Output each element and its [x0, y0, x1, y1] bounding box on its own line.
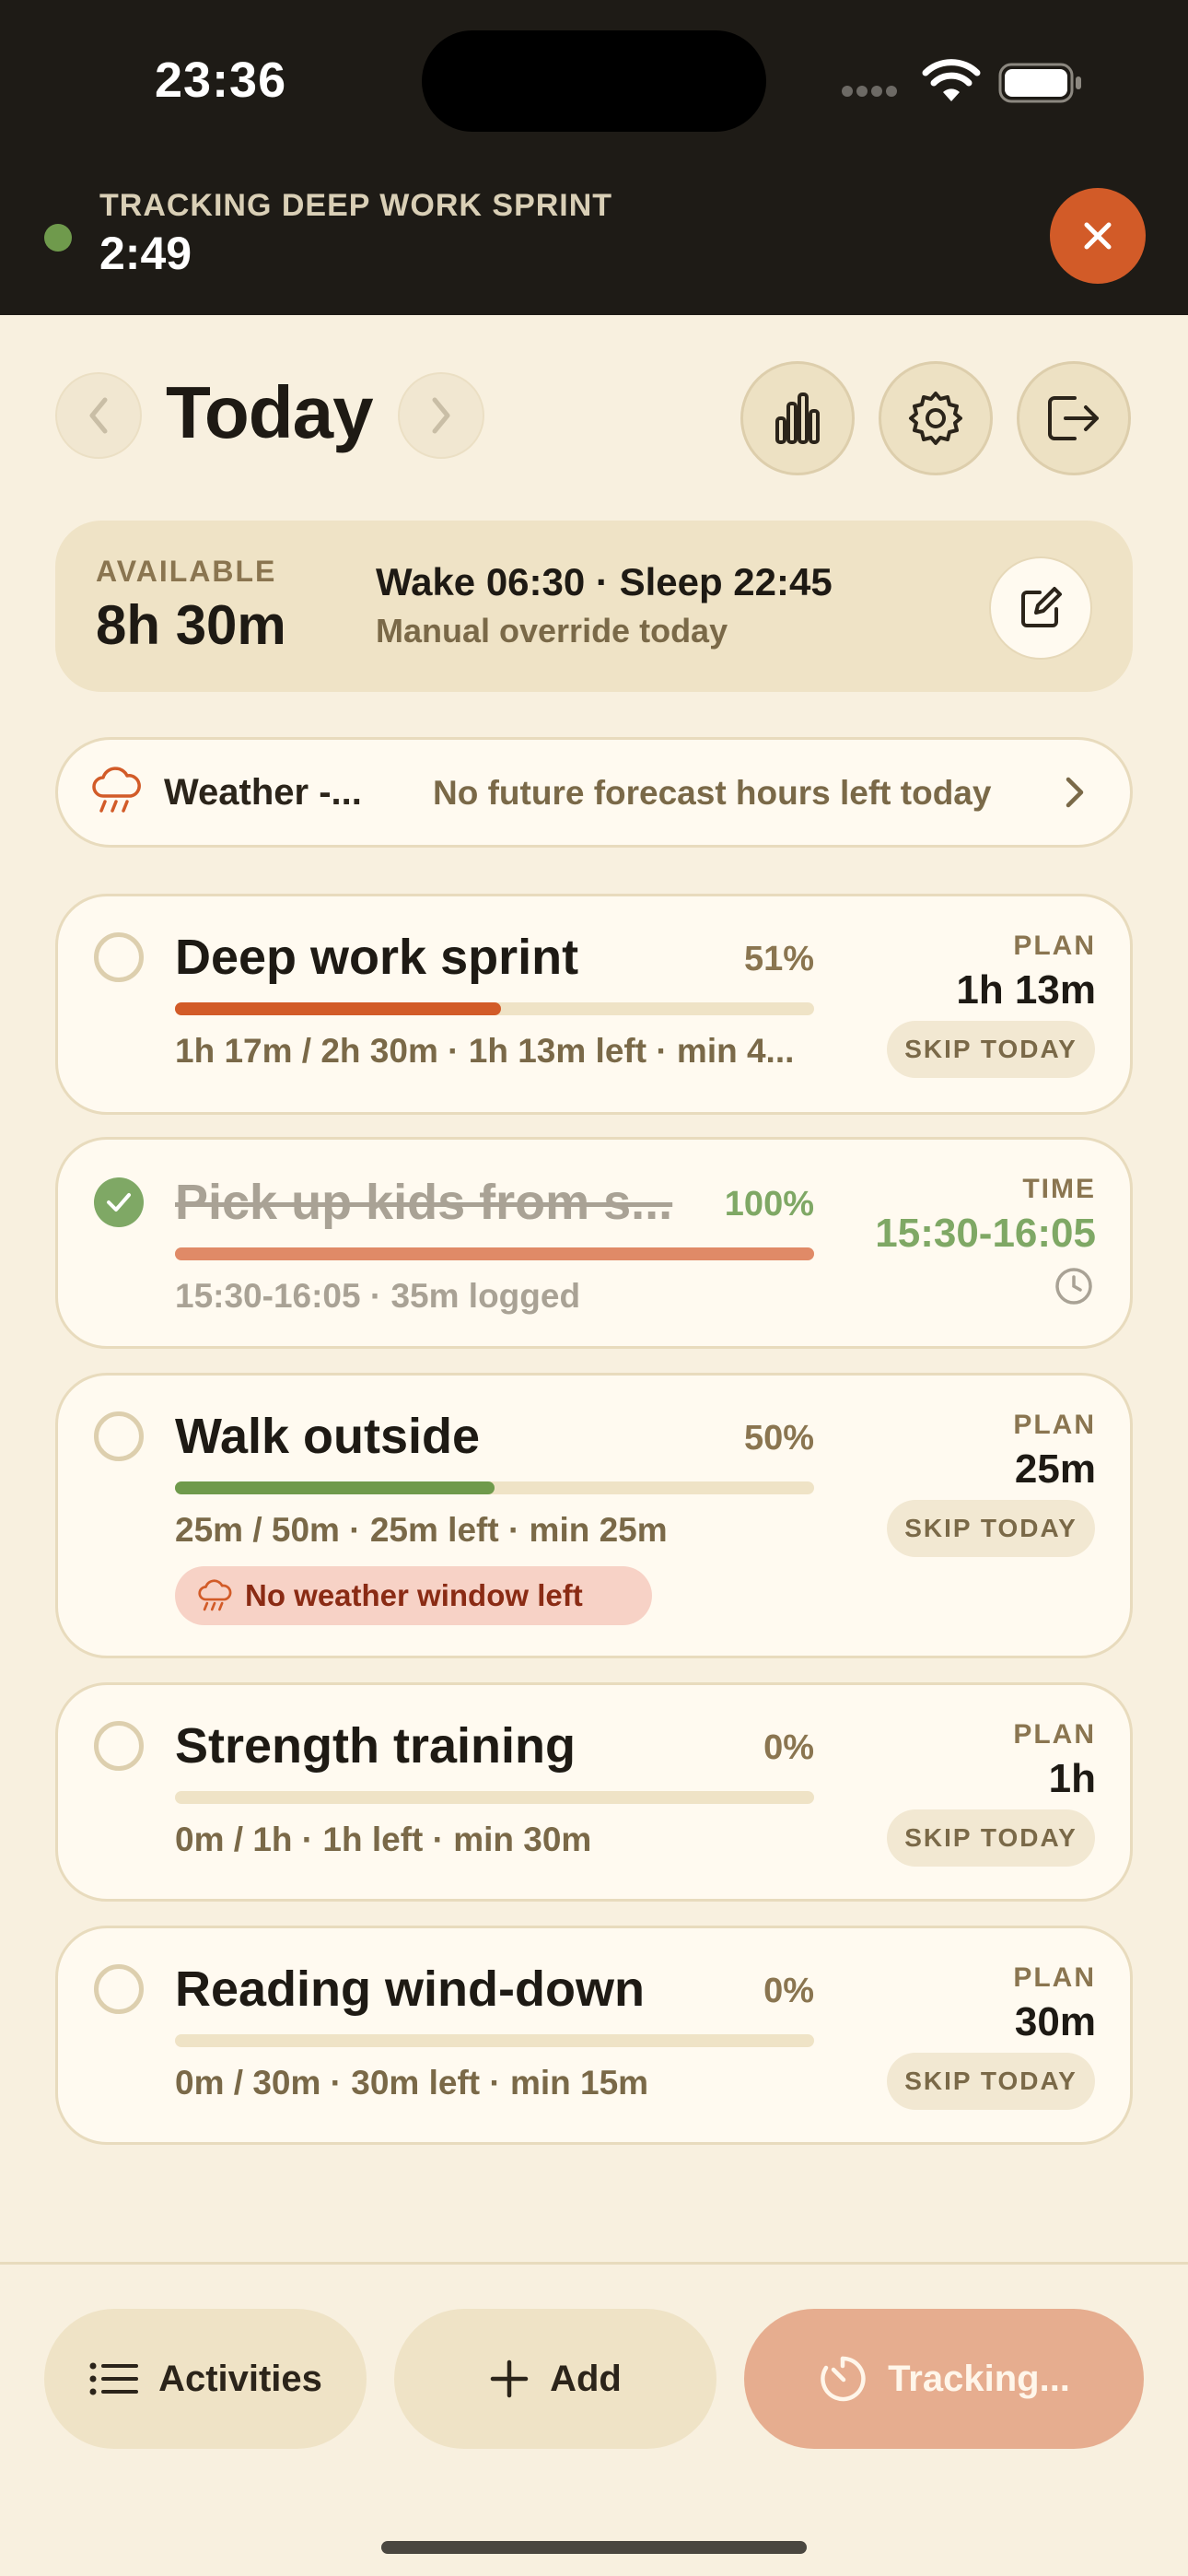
weather-message: No future forecast hours left today: [433, 774, 992, 812]
logout-icon: [1048, 396, 1099, 440]
toolbar-divider: [0, 2262, 1188, 2265]
close-icon: [1084, 222, 1112, 250]
tracking-label: TRACKING DEEP WORK SPRINT: [99, 188, 613, 223]
skip-today-button[interactable]: SKIP TODAY: [887, 1500, 1095, 1557]
checkmark-icon: [107, 1193, 131, 1212]
plan-value: 1h: [1048, 1756, 1096, 1801]
add-label: Add: [550, 2358, 622, 2399]
plan-label: PLAN: [1013, 1719, 1096, 1750]
dynamic-island: [422, 30, 766, 132]
activity-name: Reading wind-down: [175, 1961, 645, 2017]
progress-fill: [175, 1481, 495, 1494]
weather-title: Weather -...: [164, 772, 362, 813]
stop-tracking-button[interactable]: [1050, 188, 1146, 284]
activity-meta: 1h 17m / 2h 30m · 1h 13m left · min 4...: [175, 1032, 795, 1070]
add-activity-button[interactable]: Add: [394, 2309, 716, 2449]
activity-name: Pick up kids from s...: [175, 1175, 673, 1230]
skip-today-button[interactable]: SKIP TODAY: [887, 1809, 1095, 1867]
plan-label: PLAN: [1013, 931, 1096, 961]
activity-checkbox[interactable]: [94, 1721, 144, 1771]
activity-checkbox[interactable]: [94, 1411, 144, 1461]
clock-icon: [1054, 1266, 1094, 1306]
tracking-status-dot: [44, 224, 72, 252]
time-label: TIME: [1022, 1174, 1096, 1204]
tracking-label: Tracking...: [888, 2358, 1070, 2399]
plan-value: 1h 13m: [956, 967, 1096, 1013]
activity-name: Strength training: [175, 1718, 576, 1774]
home-indicator: [381, 2541, 807, 2554]
timer-icon: [821, 2356, 866, 2402]
cellular-signal-icon: [842, 85, 906, 98]
available-label: AVAILABLE: [96, 555, 277, 588]
chevron-right-icon: [1059, 774, 1090, 811]
edit-icon: [1021, 587, 1062, 627]
next-day-button[interactable]: [398, 372, 484, 459]
activity-checkbox[interactable]: [94, 932, 144, 982]
activity-name: Walk outside: [175, 1409, 481, 1464]
tracking-elapsed: 2:49: [99, 228, 192, 279]
progress-bar: [175, 1791, 814, 1804]
plus-icon: [490, 2359, 529, 2398]
weather-warning-text: No weather window left: [245, 1578, 583, 1612]
progress-bar: [175, 1481, 814, 1494]
settings-button[interactable]: [879, 361, 993, 475]
chevron-right-icon: [432, 397, 450, 434]
status-time: 23:36: [155, 53, 287, 108]
activity-meta: 0m / 30m · 30m left · min 15m: [175, 2064, 649, 2102]
wifi-icon: [921, 59, 982, 105]
skip-today-button[interactable]: SKIP TODAY: [887, 2053, 1095, 2110]
activity-percent: 100%: [724, 1185, 814, 1224]
gear-icon: [909, 392, 962, 445]
tracking-button[interactable]: Tracking...: [744, 2309, 1144, 2449]
activity-percent: 50%: [743, 1419, 814, 1458]
page-title: Today: [166, 371, 374, 453]
plan-value: 25m: [1014, 1446, 1096, 1492]
activity-meta: 0m / 1h · 1h left · min 30m: [175, 1821, 592, 1858]
chevron-left-icon: [89, 397, 108, 434]
bar-chart-icon: [775, 392, 820, 444]
progress-bar: [175, 1247, 814, 1260]
logout-button[interactable]: [1017, 361, 1131, 475]
activity-percent: 51%: [743, 940, 814, 978]
skip-today-button[interactable]: SKIP TODAY: [887, 1021, 1095, 1078]
progress-bar: [175, 1002, 814, 1015]
activity-percent: 0%: [763, 1972, 814, 2010]
wake-sleep-schedule: Wake 06:30 · Sleep 22:45: [376, 560, 833, 603]
time-value: 15:30-16:05: [875, 1211, 1096, 1256]
plan-value: 30m: [1014, 1999, 1096, 2044]
progress-fill: [175, 1247, 814, 1260]
activity-name: Deep work sprint: [175, 930, 579, 985]
stats-button[interactable]: [740, 361, 855, 475]
edit-availability-button[interactable]: [989, 556, 1092, 660]
activity-meta: 15:30-16:05 · 35m logged: [175, 1277, 581, 1315]
activity-checkbox[interactable]: [94, 1964, 144, 2014]
plan-label: PLAN: [1013, 1962, 1096, 1993]
previous-day-button[interactable]: [55, 372, 142, 459]
activities-label: Activities: [158, 2358, 322, 2399]
progress-bar: [175, 2034, 814, 2047]
battery-icon: [998, 63, 1083, 103]
rain-cloud-icon: [198, 1579, 232, 1611]
activities-button[interactable]: Activities: [44, 2309, 367, 2449]
activity-percent: 0%: [763, 1728, 814, 1767]
weather-warning-badge: No weather window left: [175, 1566, 652, 1625]
plan-label: PLAN: [1013, 1410, 1096, 1440]
rain-cloud-icon: [90, 765, 142, 816]
activity-checkbox-checked[interactable]: [94, 1177, 144, 1227]
progress-fill: [175, 1002, 501, 1015]
override-note: Manual override today: [376, 612, 728, 650]
list-icon: [89, 2362, 139, 2395]
available-value: 8h 30m: [96, 594, 286, 656]
activity-meta: 25m / 50m · 25m left · min 25m: [175, 1511, 668, 1549]
